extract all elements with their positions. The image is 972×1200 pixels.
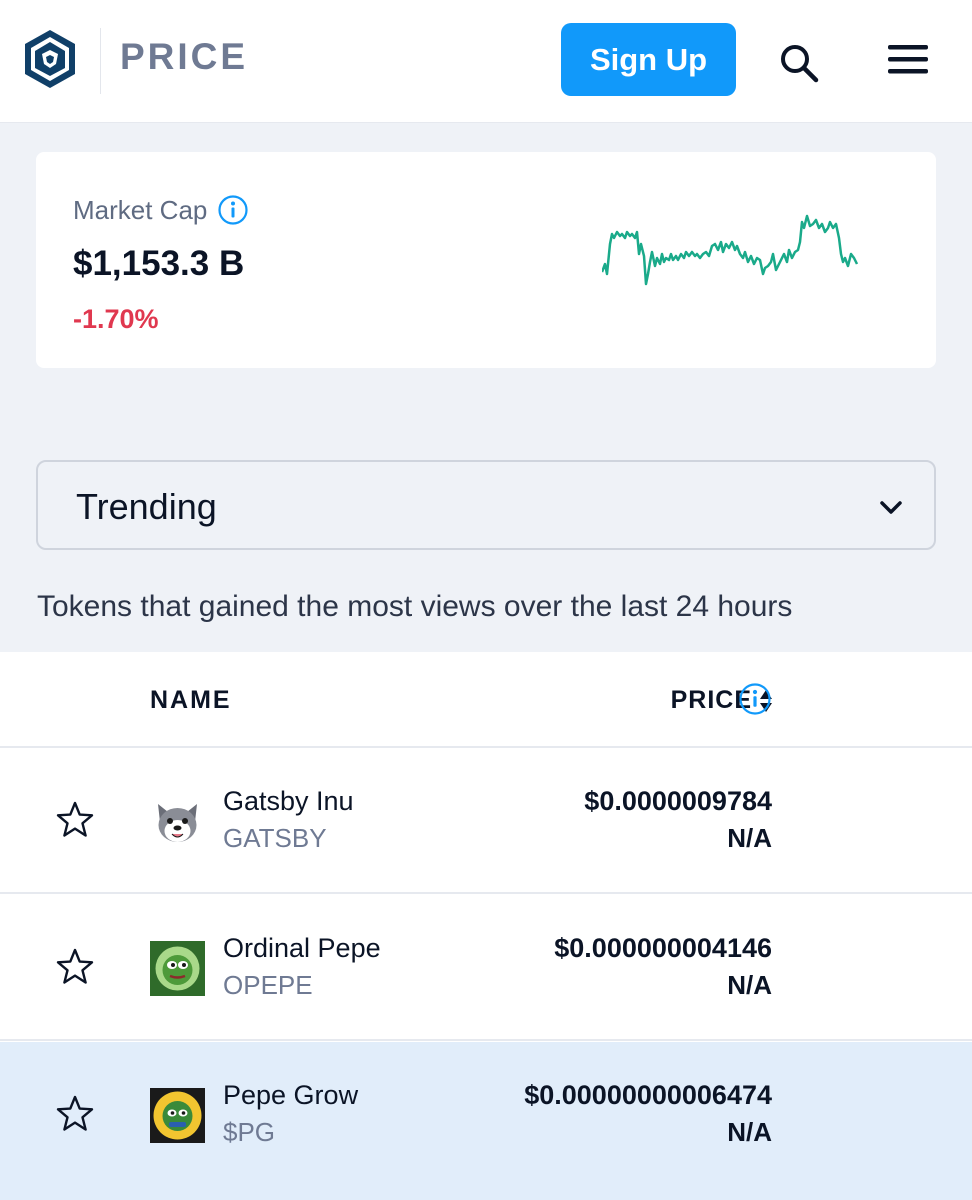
token-symbol: GATSBY	[223, 823, 327, 853]
market-cap-sparkline	[602, 214, 859, 286]
table-row[interactable]: Pepe Grow $PG $0.00000000006474 N/A	[0, 1042, 972, 1200]
crypto-com-logo-icon[interactable]	[22, 28, 78, 90]
token-name: Pepe Grow	[223, 1080, 359, 1110]
table-row[interactable]: Ordinal Pepe OPEPE $0.000000004146 N/A	[0, 895, 972, 1041]
ordinal-pepe-logo-icon	[150, 941, 205, 996]
search-icon[interactable]	[778, 42, 820, 84]
trending-filter-select[interactable]: Trending	[36, 460, 936, 550]
top-header: PRICE Sign Up	[0, 0, 972, 123]
market-cap-label: Market Cap	[73, 194, 208, 225]
token-symbol: $PG	[223, 1117, 276, 1147]
token-table: NAME PRICE Gatsby Inu GATSBY $0.00000097…	[0, 652, 972, 1200]
token-price: $0.00000000006474	[524, 1080, 772, 1110]
token-change: N/A	[727, 1117, 772, 1147]
chevron-down-icon	[880, 501, 902, 514]
logo-divider	[100, 28, 101, 94]
token-price: $0.0000009784	[584, 786, 772, 816]
table-header: NAME PRICE	[0, 652, 972, 748]
market-cap-change: -1.70%	[73, 304, 159, 334]
info-icon[interactable]	[217, 194, 249, 226]
pepe-grow-logo-icon	[150, 1088, 205, 1143]
token-price: $0.000000004146	[554, 933, 772, 963]
star-icon[interactable]	[55, 947, 95, 987]
filter-description: Tokens that gained the most views over t…	[37, 590, 793, 623]
star-icon[interactable]	[55, 1094, 95, 1134]
brand-text[interactable]: PRICE	[120, 36, 248, 78]
token-change: N/A	[727, 970, 772, 1000]
market-cap-card[interactable]: Market Cap $1,153.3 B -1.70%	[36, 152, 936, 368]
sign-up-button[interactable]: Sign Up	[561, 23, 736, 96]
gatsby-inu-logo-icon	[153, 799, 202, 847]
token-symbol: OPEPE	[223, 970, 313, 1000]
star-icon[interactable]	[55, 800, 95, 840]
column-header-name[interactable]: NAME	[150, 686, 232, 715]
token-change: N/A	[727, 823, 772, 853]
hamburger-menu-icon[interactable]	[886, 42, 930, 76]
filter-selected-value: Trending	[76, 486, 217, 527]
table-row[interactable]: Gatsby Inu GATSBY $0.0000009784 N/A	[0, 748, 972, 894]
token-name: Ordinal Pepe	[223, 933, 381, 963]
price-info-icon[interactable]	[738, 682, 772, 716]
market-cap-value: $1,153.3 B	[73, 244, 245, 283]
token-name: Gatsby Inu	[223, 786, 354, 816]
market-cap-label-row: Market Cap	[73, 194, 249, 226]
